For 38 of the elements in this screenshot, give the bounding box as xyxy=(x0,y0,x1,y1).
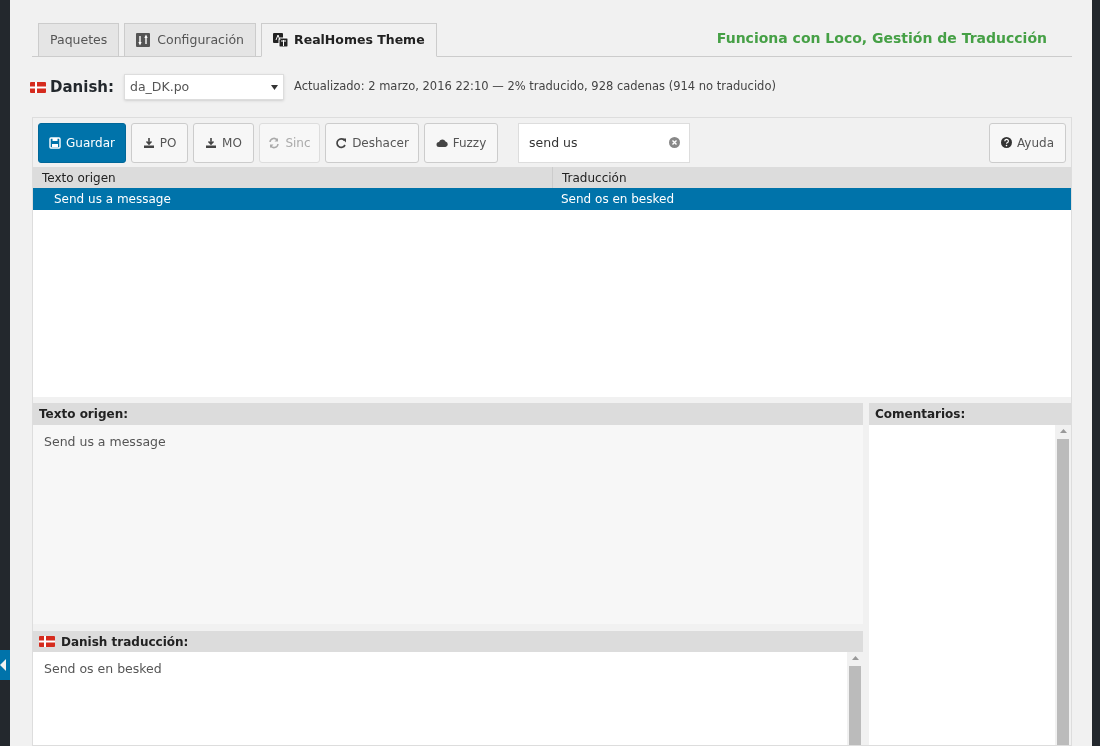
scroll-up-icon xyxy=(1059,429,1067,433)
panel-header: Texto origen: xyxy=(33,403,863,425)
translation-field[interactable]: Send os en besked xyxy=(33,652,847,745)
download-icon xyxy=(142,136,155,149)
language-label: Danish: xyxy=(50,76,114,98)
toolbar-button[interactable]: PO xyxy=(131,122,188,163)
help-icon xyxy=(1000,137,1012,148)
table-row[interactable]: Send us a message Send os en besked xyxy=(33,188,1071,210)
danish-flag-icon xyxy=(39,636,55,647)
status-text: Actualizado: 2 marzo, 2016 22:10 — 2% traducido, 928 cadenas (914 no traducido) xyxy=(294,78,776,96)
panel-header: Comentarios: xyxy=(869,403,1071,425)
translate-icon xyxy=(273,33,289,47)
search-field[interactable]: send us xyxy=(518,122,690,163)
dropdown-caret-icon xyxy=(271,84,278,90)
collapse-tab[interactable] xyxy=(0,650,10,680)
tab[interactable]: RealHomes Theme xyxy=(261,23,437,57)
scrollbar[interactable] xyxy=(1055,425,1071,745)
toolbar-button[interactable]: MO xyxy=(193,122,254,163)
sliders-icon xyxy=(136,33,152,47)
tab[interactable]: Paquetes xyxy=(38,23,120,57)
left-arrow-icon xyxy=(0,659,6,671)
refresh-icon xyxy=(268,136,281,149)
undo-arrow-icon xyxy=(335,136,348,149)
comments-field[interactable] xyxy=(869,425,1071,745)
source-text: Send us a message xyxy=(33,425,863,624)
clear-icon xyxy=(669,136,680,148)
danish-flag-icon xyxy=(30,81,46,93)
download-icon xyxy=(205,136,218,149)
powered-by-text: Funciona con Loco, Gestión de Traducción xyxy=(716,29,1047,48)
column-header[interactable]: Texto origen xyxy=(33,167,552,188)
toolbar-button[interactable]: Fuzzy xyxy=(424,122,498,163)
panel-title: Danish traducción: xyxy=(61,633,189,651)
tab[interactable]: Configuración xyxy=(124,23,257,57)
file-select[interactable]: da_DK.po xyxy=(124,74,284,100)
help-button[interactable]: Ayuda xyxy=(989,122,1066,163)
toolbar-button[interactable]: Deshacer xyxy=(325,122,419,163)
scroll-up-icon xyxy=(851,656,859,660)
save-button[interactable]: Guardar xyxy=(38,122,126,163)
